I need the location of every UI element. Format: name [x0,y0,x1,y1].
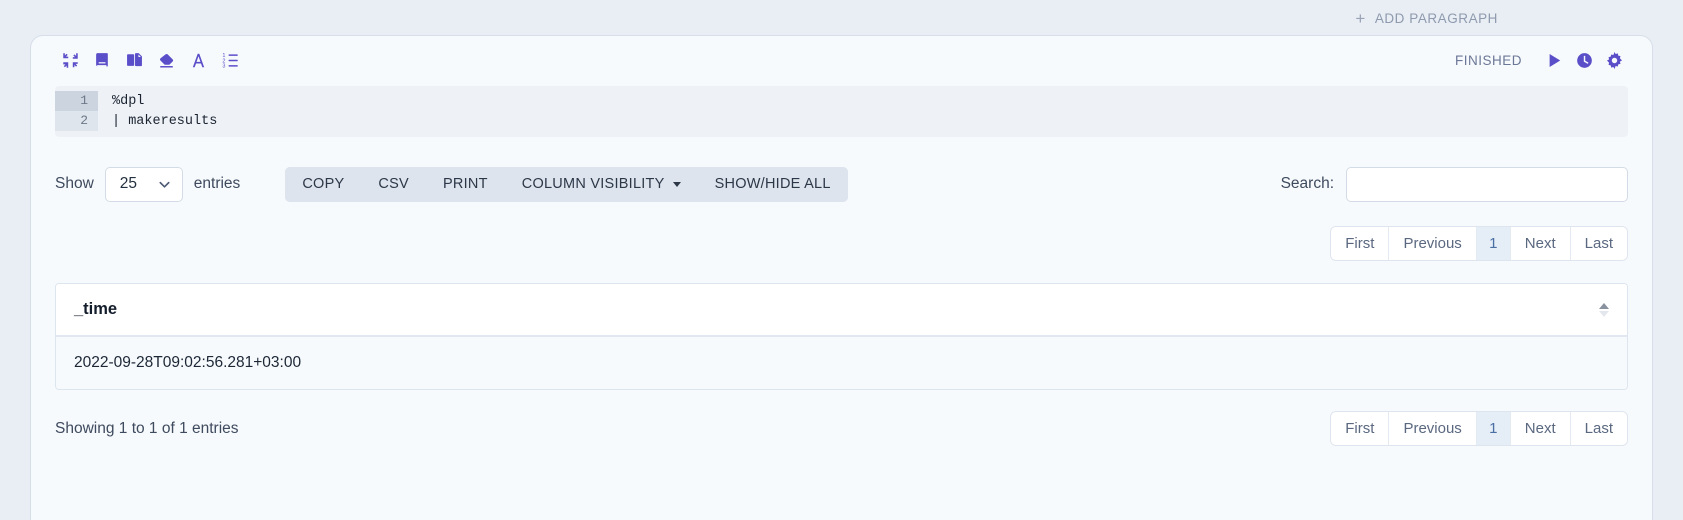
add-paragraph-bar: + ADD PARAGRAPH [0,0,1683,36]
pagination-previous[interactable]: Previous [1389,227,1477,260]
entries-label: entries [193,175,241,192]
pagination-first[interactable]: First [1331,412,1390,445]
plus-icon: + [1355,8,1366,28]
ordered-list-icon[interactable]: 1 2 3 [215,45,246,76]
column-visibility-button[interactable]: COLUMN VISIBILITY [504,166,698,202]
copy-icon[interactable] [119,45,150,76]
code-editor[interactable]: 1 %dpl 2 | makeresults [55,86,1628,137]
line-number: 2 [55,111,98,131]
gear-icon[interactable] [1599,46,1629,76]
toolbar-right-group: FINISHED [1455,46,1629,76]
search-group: Search: [1280,166,1628,202]
chevron-down-icon [157,177,172,192]
pagination-next[interactable]: Next [1510,227,1571,260]
showing-entries-text: Showing 1 to 1 of 1 entries [55,419,239,437]
sort-ascending-icon [1599,302,1609,309]
pagination-top-row: First Previous 1 Next Last [55,226,1628,261]
play-icon[interactable] [1539,46,1569,76]
search-input[interactable] [1346,166,1628,202]
column-visibility-button-label: COLUMN VISIBILITY [521,176,665,192]
show-label: Show [55,175,94,192]
pagination-page-1[interactable]: 1 [1476,412,1511,445]
export-button-group: COPY CSV PRINT COLUMN VISIBILITY SHOW/HI… [285,166,848,202]
code-text: %dpl [112,93,145,109]
clock-icon[interactable] [1569,46,1599,76]
font-size-icon[interactable] [183,45,214,76]
status-badge: FINISHED [1454,53,1522,68]
copy-button-label: COPY [302,176,345,192]
code-line[interactable]: 2 | makeresults [55,111,1628,131]
pagination-bottom: First Previous 1 Next Last [1330,411,1628,446]
paragraph-toolbar: 1 2 3 FINISHED [31,36,1652,85]
pagination-page-1[interactable]: 1 [1476,227,1511,260]
page-size-select[interactable]: 25 [104,166,183,202]
line-number: 1 [55,91,98,111]
code-text: | makeresults [112,113,218,129]
pagination-last[interactable]: Last [1570,227,1627,260]
toolbar-left-group: 1 2 3 [55,45,247,76]
sort-descending-icon [1599,310,1609,317]
eraser-icon[interactable] [151,45,182,76]
sort-indicator-icon [1599,302,1609,317]
results-table: _time 2022-09-28T09:02:56.281+03:00 [55,283,1628,390]
add-paragraph-label: ADD PARAGRAPH [1374,10,1498,26]
print-button[interactable]: PRINT [425,166,505,202]
pagination-top: First Previous 1 Next Last [1330,226,1628,261]
column-header-label: _time [74,300,118,318]
pagination-first[interactable]: First [1331,227,1390,260]
pagination-next[interactable]: Next [1510,412,1571,445]
pagination-previous[interactable]: Previous [1389,412,1477,445]
compress-arrows-icon[interactable] [55,45,86,76]
caret-down-icon [672,181,681,187]
csv-button-label: CSV [378,176,409,192]
table-header-time[interactable]: _time [56,284,1627,337]
code-line[interactable]: 1 %dpl [55,91,1628,111]
show-hide-all-button-label: SHOW/HIDE ALL [714,176,831,192]
table-footer: Showing 1 to 1 of 1 entries First Previo… [55,411,1628,446]
paragraph-card: 1 2 3 FINISHED 1 %dpl 2 | makeresults Sh… [31,36,1652,520]
notebook-paragraph-page: + ADD PARAGRAPH 1 2 3 FINISHED 1 %dpl 2 … [0,0,1683,520]
search-label: Search: [1280,175,1334,192]
copy-button[interactable]: COPY [285,166,362,202]
pagination-last[interactable]: Last [1570,412,1627,445]
print-button-label: PRINT [442,176,488,192]
table-row: 2022-09-28T09:02:56.281+03:00 [56,337,1627,389]
book-icon[interactable] [87,45,118,76]
table-controls: Show 25 entries COPY CSV PRINT COLUMN VI… [55,166,1628,202]
svg-text:3: 3 [222,64,225,69]
page-size-value: 25 [119,175,138,192]
add-paragraph-button[interactable]: + ADD PARAGRAPH [1355,10,1498,27]
csv-button[interactable]: CSV [361,166,426,202]
cell-time: 2022-09-28T09:02:56.281+03:00 [74,354,302,371]
page-size-group: Show 25 entries [55,166,241,202]
pagination-bottom-holder: First Previous 1 Next Last [1330,411,1628,446]
show-hide-all-button[interactable]: SHOW/HIDE ALL [697,166,848,202]
